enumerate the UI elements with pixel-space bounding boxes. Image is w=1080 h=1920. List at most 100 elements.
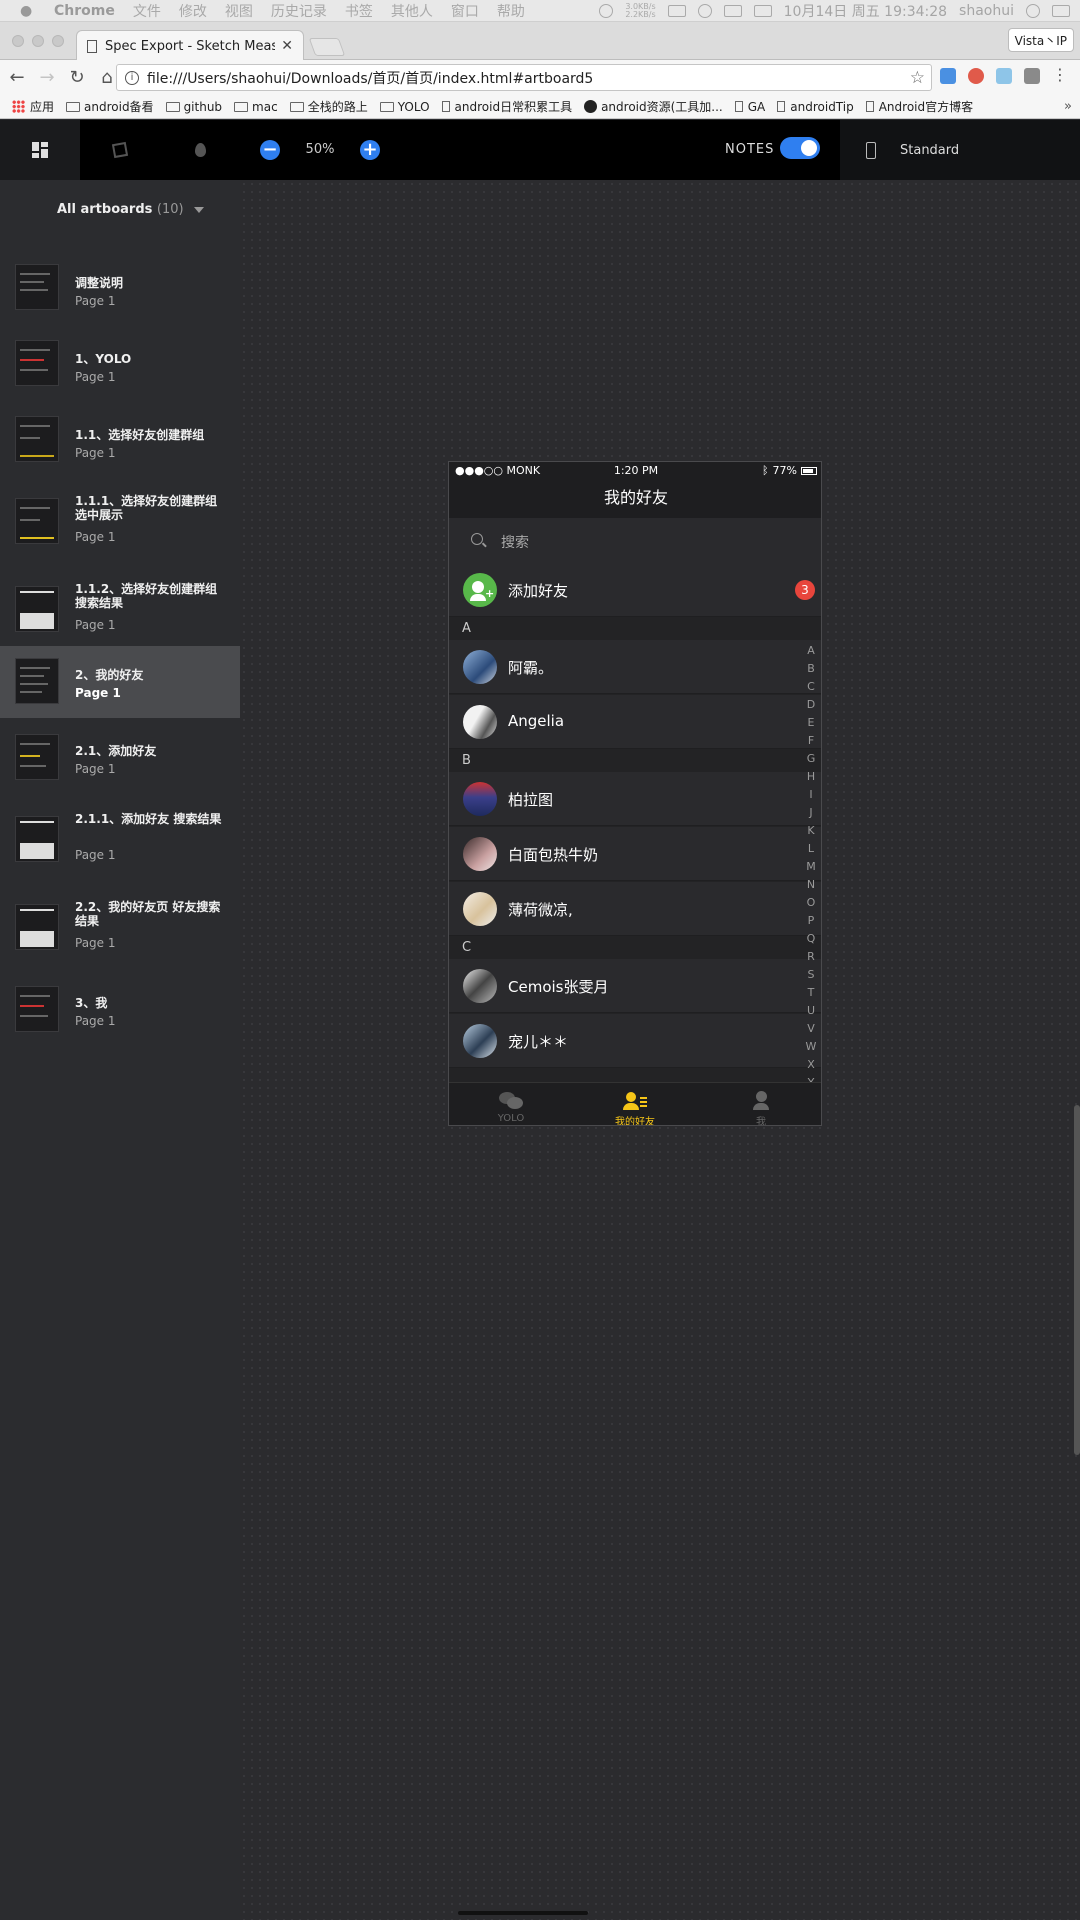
url-text[interactable]: file:///Users/shaohui/Downloads/首页/首页/in… (147, 68, 593, 88)
friend-search-bar[interactable]: 搜索 (449, 518, 821, 563)
bookmark-page[interactable]: android日常积累工具 (441, 98, 572, 115)
bookmark-page[interactable]: Android官方博客 (865, 98, 973, 115)
index-letter[interactable]: B (804, 660, 818, 678)
index-letter[interactable]: G (804, 750, 818, 768)
bookmarks-overflow-icon[interactable]: » (1064, 99, 1072, 114)
artboard-item[interactable]: 1、YOLO Page 1 (0, 328, 240, 400)
index-letter[interactable]: A (804, 642, 818, 660)
index-letter[interactable]: X (804, 1056, 818, 1074)
reload-icon[interactable]: ↻ (64, 67, 90, 88)
artboard-item[interactable]: 调整说明 Page 1 (0, 252, 240, 324)
bookmark-folder[interactable]: android备看 (66, 98, 154, 115)
add-friend-row[interactable]: + 添加好友 3 (449, 563, 821, 617)
extension-icon-2[interactable] (968, 68, 984, 84)
menu-app-chrome[interactable]: Chrome (54, 3, 115, 19)
extension-icon-4[interactable] (1024, 68, 1040, 84)
input-method-icon[interactable] (753, 5, 772, 17)
menu-edit[interactable]: 修改 (179, 1, 207, 21)
window-zoom-button[interactable] (52, 35, 64, 47)
menu-file[interactable]: 文件 (133, 1, 161, 21)
window-minimize-button[interactable] (32, 35, 44, 47)
friend-row[interactable]: Angelia (449, 695, 821, 749)
index-letter[interactable]: H (804, 768, 818, 786)
back-icon[interactable]: ← (4, 67, 30, 88)
index-letter[interactable]: R (804, 948, 818, 966)
slices-tool-button[interactable] (80, 120, 160, 180)
info-icon[interactable]: i (125, 70, 139, 85)
artboard-item[interactable]: 2.1.1、添加好友 搜索结果 Page 1 (0, 798, 240, 882)
bookmark-folder[interactable]: 全栈的路上 (289, 98, 368, 115)
index-letter[interactable]: F (804, 732, 818, 750)
colors-tool-button[interactable] (160, 120, 240, 180)
artboard-item[interactable]: 2.2、我的好友页 好友搜索结果 Page 1 (0, 886, 240, 970)
zoom-out-button[interactable]: − (260, 140, 280, 160)
extension-icon-3[interactable] (996, 68, 1012, 84)
notification-center-icon[interactable] (1052, 5, 1070, 17)
bookmark-star-icon[interactable]: ☆ (910, 68, 925, 88)
apple-icon[interactable]: ● (20, 3, 38, 19)
friend-row[interactable]: Cemois张雯月 (449, 959, 821, 1013)
index-letter[interactable]: J (804, 804, 818, 822)
tab-yolo[interactable]: YOLO (449, 1083, 573, 1125)
friend-row[interactable]: 柏拉图 (449, 772, 821, 826)
address-bar[interactable]: i file:///Users/shaohui/Downloads/首页/首页/… (116, 64, 932, 91)
artboard-item[interactable]: 1.1.1、选择好友创建群组 选中展示 Page 1 (0, 480, 240, 564)
artboard-item[interactable]: 2.1、添加好友 Page 1 (0, 722, 240, 794)
notes-toggle[interactable] (780, 137, 820, 159)
index-letter[interactable]: Q (804, 930, 818, 948)
index-letter[interactable]: N (804, 876, 818, 894)
device-selector[interactable]: Standard (840, 120, 1080, 180)
tab-my-friends[interactable]: 我的好友 (573, 1083, 697, 1125)
index-letter[interactable]: P (804, 912, 818, 930)
tab-me[interactable]: 我 (699, 1083, 821, 1125)
bookmark-github[interactable]: android资源(工具加... (584, 98, 723, 115)
airplay-icon[interactable] (667, 5, 686, 17)
index-letter[interactable]: W (804, 1038, 818, 1056)
alphabet-index[interactable]: A B C D E F G H I J K L M N O P Q R S T … (804, 642, 818, 1092)
chrome-menu-icon[interactable]: ⋮ (1052, 65, 1068, 84)
battery-icon[interactable] (723, 5, 742, 17)
window-close-button[interactable] (12, 35, 24, 47)
artboard-item-selected[interactable]: 2、我的好友 Page 1 (0, 646, 240, 718)
tab-close-icon[interactable]: ✕ (281, 38, 293, 54)
menu-view[interactable]: 视图 (225, 1, 253, 21)
bookmark-folder[interactable]: github (165, 100, 222, 114)
artboard-my-friends[interactable]: ●●●○○ MONK 1:20 PM ᛒ 77% 我的好友 搜索 + 添加好友 … (448, 461, 822, 1126)
index-letter[interactable]: D (804, 696, 818, 714)
profile-button[interactable]: Vista丶IP (1007, 28, 1074, 52)
index-letter[interactable]: E (804, 714, 818, 732)
artboard-item[interactable]: 1.1、选择好友创建群组 Page 1 (0, 404, 240, 476)
index-letter[interactable]: M (804, 858, 818, 876)
spotlight-icon[interactable] (1026, 4, 1040, 18)
friend-row[interactable]: 薄荷微凉, (449, 882, 821, 936)
bookmark-folder[interactable]: mac (234, 100, 278, 114)
friend-row[interactable]: 阿霸。 (449, 640, 821, 694)
artboard-item[interactable]: 1.1.2、选择好友创建群组 搜索结果 Page 1 (0, 568, 240, 652)
menu-people[interactable]: 其他人 (391, 1, 433, 21)
bookmark-page[interactable]: GA (734, 100, 765, 114)
menubar-clock[interactable]: 10月14日 周五 19:34:28 (784, 1, 947, 21)
index-letter[interactable]: S (804, 966, 818, 984)
friend-row[interactable]: 白面包热牛奶 (449, 827, 821, 881)
index-letter[interactable]: I (804, 786, 818, 804)
canvas-scrollbar[interactable] (1074, 1105, 1080, 1455)
extension-icon-1[interactable] (940, 68, 956, 84)
bookmark-apps[interactable]: 应用 (12, 98, 54, 115)
menu-bookmarks[interactable]: 书签 (345, 1, 373, 21)
status-app-icon[interactable] (599, 4, 614, 18)
friend-row[interactable]: 宠儿＊＊ (449, 1014, 821, 1068)
index-letter[interactable]: O (804, 894, 818, 912)
menu-window[interactable]: 窗口 (451, 1, 479, 21)
artboards-tool-button[interactable] (0, 120, 80, 180)
index-letter[interactable]: T (804, 984, 818, 1002)
zoom-in-button[interactable]: + (360, 140, 380, 160)
index-letter[interactable]: L (804, 840, 818, 858)
index-letter[interactable]: V (804, 1020, 818, 1038)
artboard-item[interactable]: 3、我 Page 1 (0, 974, 240, 1046)
index-letter[interactable]: C (804, 678, 818, 696)
new-tab-button[interactable] (308, 38, 346, 56)
bookmark-page[interactable]: androidTip (777, 100, 854, 114)
wifi-icon[interactable] (697, 4, 712, 18)
menubar-user[interactable]: shaohui (959, 3, 1014, 19)
index-letter[interactable]: K (804, 822, 818, 840)
